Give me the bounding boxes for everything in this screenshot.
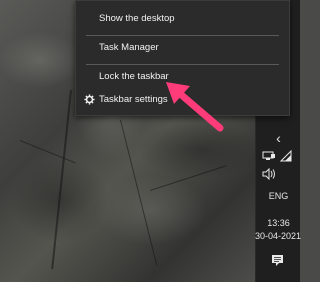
menu-item-show-desktop[interactable]: Show the desktop [76,8,289,30]
clock-time[interactable]: 13:36 [256,218,301,228]
pointer-arrow-icon [166,82,224,132]
wallpaper-crack [19,140,76,164]
wallpaper-crack [150,165,227,191]
notification-icon[interactable] [271,254,284,267]
volume-icon[interactable] [262,168,276,180]
wallpaper-crack [120,119,158,266]
network-icon[interactable] [262,151,276,161]
clock-date[interactable]: 30-04-2021 [253,231,303,241]
menu-item-task-manager[interactable]: Task Manager [76,37,289,59]
wifi-icon[interactable] [280,150,292,162]
gear-icon [84,94,95,105]
language-indicator[interactable]: ENG [256,191,301,201]
menu-item-label: Taskbar settings [99,94,168,105]
wallpaper-crack [51,90,72,270]
chevron-left-icon[interactable]: ‹ [256,130,301,146]
menu-separator [86,35,279,36]
menu-separator [86,64,279,65]
